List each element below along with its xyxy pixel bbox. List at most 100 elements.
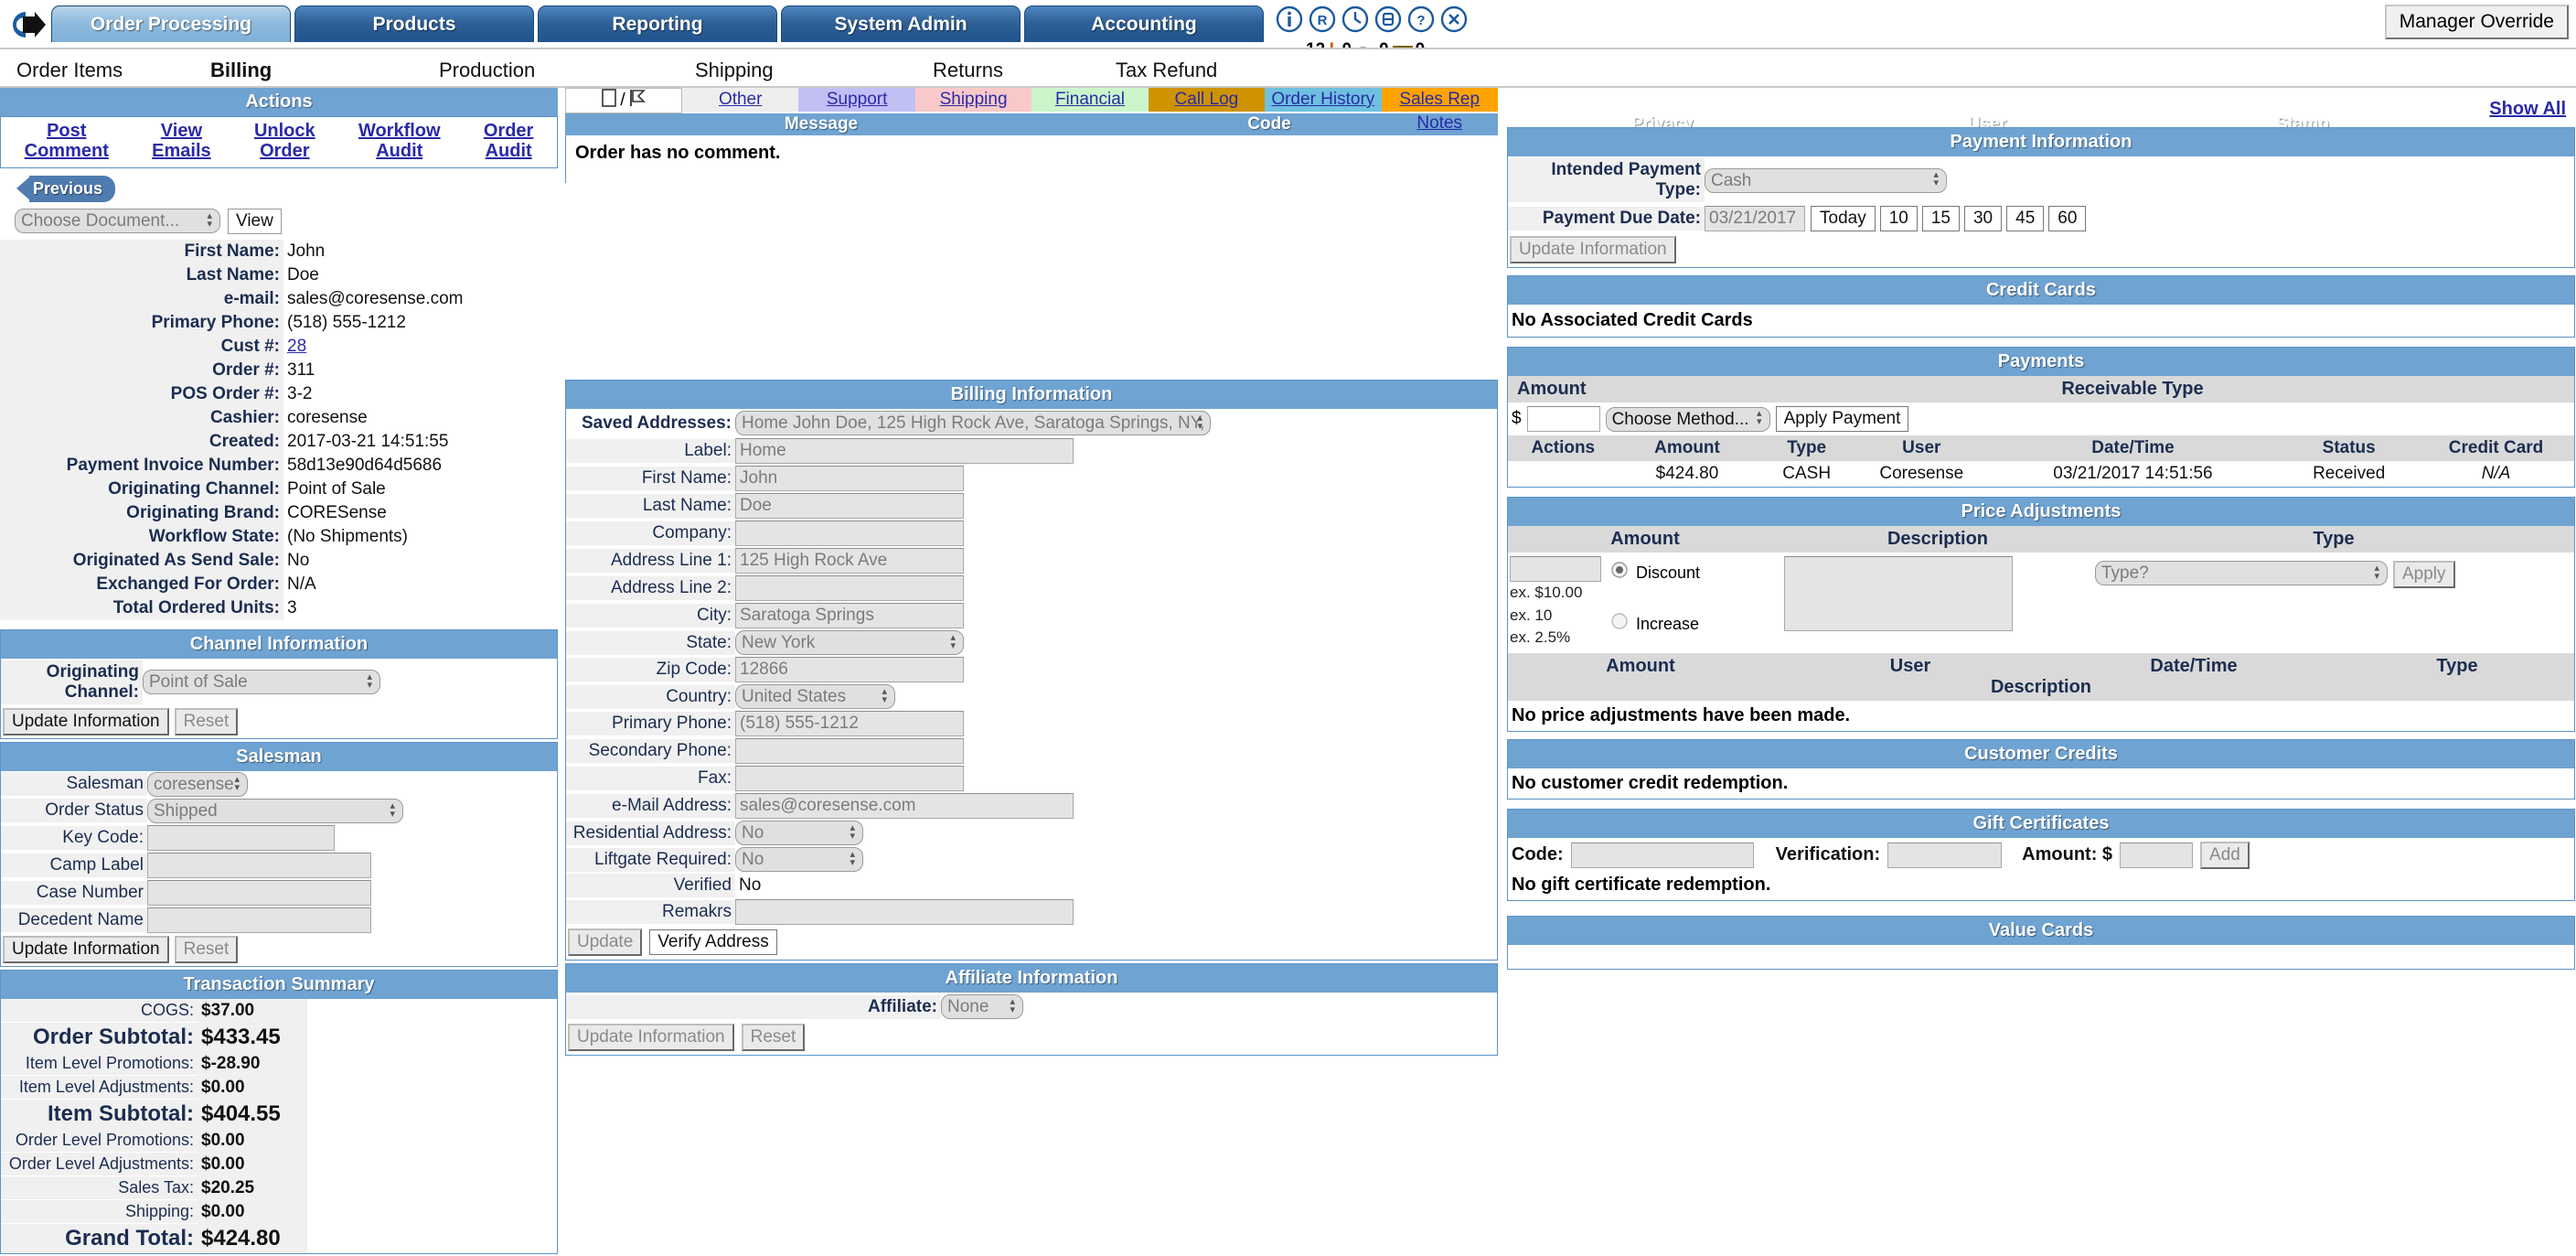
pa-description-textarea[interactable] bbox=[1784, 556, 2013, 631]
tab-segment-financial[interactable]: Financial bbox=[1031, 88, 1149, 112]
note-icon[interactable] bbox=[1374, 5, 1402, 33]
order-info-value[interactable]: 28 bbox=[283, 335, 310, 359]
payment-due-date-input[interactable] bbox=[1705, 206, 1805, 231]
salesman-update-button[interactable]: Update Information bbox=[3, 935, 169, 963]
message-icon-box[interactable]: / bbox=[565, 88, 682, 113]
action-link-unlock-order[interactable]: Unlock Order bbox=[254, 121, 315, 162]
channel-update-button[interactable]: Update Information bbox=[3, 707, 169, 735]
payment-amount-input[interactable] bbox=[1526, 406, 1600, 432]
clock-icon[interactable] bbox=[1341, 5, 1369, 33]
tab-segment-link[interactable]: Financial bbox=[1055, 90, 1125, 109]
billing-input-primary-phone[interactable] bbox=[735, 711, 964, 736]
tab-segment-call-log[interactable]: Call Log bbox=[1148, 88, 1266, 112]
verify-address-button[interactable]: Verify Address bbox=[649, 929, 777, 955]
help-icon[interactable]: ? bbox=[1407, 5, 1435, 33]
saved-addresses-select[interactable]: Home John Doe, 125 High Rock Ave, Sarato… bbox=[735, 411, 1211, 435]
affiliate-reset-button[interactable]: Reset bbox=[741, 1024, 806, 1051]
increase-radio[interactable] bbox=[1610, 612, 1629, 636]
manager-override-button[interactable]: Manager Override bbox=[2384, 5, 2569, 39]
pa-type-select[interactable]: Type? bbox=[2095, 561, 2388, 585]
registered-icon[interactable]: R bbox=[1309, 5, 1336, 33]
pa-apply-button[interactable]: Apply bbox=[2393, 561, 2455, 588]
nav-tab-reporting[interactable]: Reporting bbox=[538, 5, 777, 42]
salesman-input-key-code-[interactable] bbox=[147, 824, 335, 851]
gc-code-input[interactable] bbox=[1570, 842, 1754, 868]
billing-input-address-line-1[interactable] bbox=[735, 548, 964, 574]
subnav-item-returns[interactable]: Returns bbox=[933, 59, 1003, 82]
action-link-post-comment[interactable]: Post Comment bbox=[25, 121, 109, 162]
salesman-select-order-status[interactable]: Shipped bbox=[147, 798, 403, 823]
gc-verification-input[interactable] bbox=[1887, 842, 2003, 868]
billing-input-label[interactable] bbox=[735, 438, 1074, 464]
billing-update-button[interactable]: Update bbox=[568, 929, 643, 956]
tab-segment-link[interactable]: Call Log bbox=[1175, 90, 1239, 109]
pa-amount-input[interactable] bbox=[1510, 556, 1601, 582]
salesman-input-case-number[interactable] bbox=[147, 879, 371, 906]
billing-select-country[interactable]: United States bbox=[735, 684, 895, 709]
tab-segment-link[interactable]: Support bbox=[827, 90, 888, 109]
order-info-row: Payment Invoice Number: 58d13e90d64d5686 bbox=[0, 453, 558, 478]
nav-tab-system-admin[interactable]: System Admin bbox=[781, 5, 1021, 42]
action-link-order-audit[interactable]: Order Audit bbox=[484, 121, 533, 162]
salesman-input-decedent-name[interactable] bbox=[147, 907, 371, 933]
customer-credits-empty: No customer credit redemption. bbox=[1512, 772, 1789, 793]
apply-payment-button[interactable]: Apply Payment bbox=[1775, 406, 1909, 432]
action-link-view-emails[interactable]: View Emails bbox=[152, 121, 210, 162]
subnav-item-production[interactable]: Production bbox=[439, 59, 535, 82]
due-date-quick-10[interactable]: 10 bbox=[1879, 206, 1918, 231]
due-date-quick-45[interactable]: 45 bbox=[2006, 206, 2045, 231]
billing-input-e-mail-address[interactable] bbox=[735, 793, 1074, 819]
discount-radio[interactable] bbox=[1610, 561, 1629, 585]
show-all-link[interactable]: Show All bbox=[2489, 99, 2566, 119]
intended-payment-type-select[interactable]: Cash bbox=[1705, 167, 1947, 193]
gc-amount-input[interactable] bbox=[2120, 842, 2194, 868]
tab-segment-link[interactable]: Other bbox=[719, 90, 763, 109]
due-date-quick-60[interactable]: 60 bbox=[2048, 206, 2087, 231]
subnav-item-order-items[interactable]: Order Items bbox=[16, 59, 123, 82]
tab-segment-order-history[interactable]: Order History bbox=[1265, 88, 1382, 112]
tab-segment-link[interactable]: Shipping bbox=[940, 90, 1008, 109]
salesman-input-camp-label[interactable] bbox=[147, 852, 371, 878]
billing-input-remakrs[interactable] bbox=[735, 899, 1074, 925]
info-icon[interactable] bbox=[1276, 5, 1303, 33]
tab-segment-sales-rep-notes[interactable]: Sales Rep Notes bbox=[1381, 88, 1498, 133]
billing-select-liftgate-required[interactable]: No bbox=[735, 847, 863, 872]
salesman-select-salesman[interactable]: coresense bbox=[147, 771, 248, 797]
billing-input-zip-code[interactable] bbox=[735, 657, 964, 682]
affiliate-select[interactable]: None bbox=[941, 994, 1023, 1019]
tab-segment-shipping[interactable]: Shipping bbox=[914, 88, 1032, 112]
originating-channel-select[interactable]: Point of Sale bbox=[143, 670, 380, 695]
billing-input-company[interactable] bbox=[735, 521, 964, 546]
payment-method-select[interactable]: Choose Method... bbox=[1605, 406, 1770, 432]
tab-segment-support[interactable]: Support bbox=[798, 88, 915, 112]
choose-document-select[interactable]: Choose Document... bbox=[15, 209, 220, 234]
payment-update-button[interactable]: Update Information bbox=[1510, 236, 1676, 263]
salesman-reset-button[interactable]: Reset bbox=[174, 935, 239, 963]
subnav-item-tax-refund[interactable]: Tax Refund bbox=[1116, 59, 1217, 82]
billing-input-last-name[interactable] bbox=[735, 493, 964, 519]
billing-select-state[interactable]: New York bbox=[735, 630, 964, 655]
affiliate-update-button[interactable]: Update Information bbox=[568, 1024, 734, 1051]
gc-add-button[interactable]: Add bbox=[2200, 841, 2250, 869]
nav-tab-accounting[interactable]: Accounting bbox=[1024, 5, 1264, 42]
billing-input-secondary-phone[interactable] bbox=[735, 738, 964, 764]
subnav-item-shipping[interactable]: Shipping bbox=[695, 59, 774, 82]
tab-segment-link[interactable]: Order History bbox=[1271, 90, 1374, 109]
subnav-item-billing[interactable]: Billing bbox=[210, 59, 272, 82]
due-date-quick-30[interactable]: 30 bbox=[1963, 206, 2003, 231]
channel-reset-button[interactable]: Reset bbox=[174, 707, 239, 735]
tab-segment-other[interactable]: Other bbox=[682, 88, 799, 112]
billing-input-first-name[interactable] bbox=[735, 466, 964, 491]
due-date-quick-15[interactable]: 15 bbox=[1921, 206, 1960, 231]
billing-input-fax[interactable] bbox=[735, 766, 964, 791]
nav-tab-order-processing[interactable]: Order Processing bbox=[51, 5, 291, 42]
billing-select-residential-address[interactable]: No bbox=[735, 821, 863, 845]
close-icon[interactable] bbox=[1440, 5, 1468, 33]
billing-input-city[interactable] bbox=[735, 603, 964, 628]
nav-tab-products[interactable]: Products bbox=[294, 5, 534, 42]
previous-button[interactable]: Previous bbox=[16, 175, 116, 202]
action-link-workflow-audit[interactable]: Workflow Audit bbox=[358, 121, 441, 162]
due-date-quick-today[interactable]: Today bbox=[1811, 206, 1876, 231]
view-document-button[interactable]: View bbox=[228, 208, 282, 234]
billing-input-address-line-2[interactable] bbox=[735, 575, 964, 601]
